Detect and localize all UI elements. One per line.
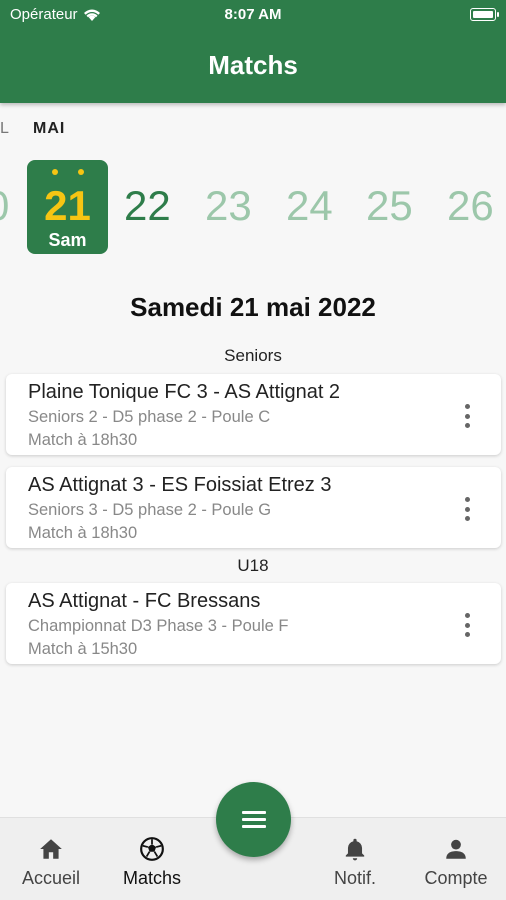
day-item[interactable]: 25 — [366, 182, 413, 230]
match-competition: Championnat D3 Phase 3 - Poule F — [28, 617, 289, 635]
status-time: 8:07 AM — [224, 6, 282, 23]
match-card[interactable]: AS Attignat 3 - ES Foissiat Etrez 3 Seni… — [6, 467, 501, 548]
nav-item-matchs[interactable]: Matchs — [115, 836, 189, 889]
match-competition: Seniors 3 - D5 phase 2 - Poule G — [28, 501, 272, 519]
day-item[interactable]: 22 — [124, 182, 171, 230]
event-dot — [77, 169, 84, 175]
more-options-icon[interactable] — [465, 404, 471, 428]
selected-day-weekday: Sam — [48, 230, 87, 250]
nav-label: Notif. — [333, 868, 376, 888]
battery-icon — [470, 8, 499, 21]
soccer-ball-icon — [140, 837, 164, 861]
selected-day-number: 21 — [44, 182, 91, 229]
match-title: AS Attignat - FC Bressans — [28, 590, 261, 612]
day-item[interactable]: 26 — [447, 182, 494, 230]
more-options-icon[interactable] — [465, 497, 471, 521]
group-label: U18 — [237, 556, 269, 575]
match-title: Plaine Tonique FC 3 - AS Attignat 2 — [28, 381, 341, 403]
day-item-selected[interactable]: 21 Sam — [27, 160, 108, 254]
selected-date-title: Samedi 21 mai 2022 — [130, 292, 376, 322]
nav-item-compte[interactable]: Compte — [417, 836, 495, 889]
event-dots — [27, 169, 108, 175]
match-title: AS Attignat 3 - ES Foissiat Etrez 3 — [28, 474, 332, 496]
page-title: Matchs — [208, 50, 298, 80]
more-options-icon[interactable] — [465, 613, 471, 637]
match-competition: Seniors 2 - D5 phase 2 - Poule C — [28, 408, 271, 426]
day-item[interactable]: 23 — [205, 182, 252, 230]
home-icon — [40, 839, 62, 859]
menu-icon — [242, 811, 266, 828]
nav-label: Accueil — [21, 868, 81, 888]
nav-item-notif[interactable]: Notif. — [318, 836, 392, 889]
app-header: Opérateur 8:07 AM Matchs — [0, 0, 506, 103]
event-dot — [51, 169, 58, 175]
match-card[interactable]: AS Attignat - FC Bressans Championnat D3… — [6, 583, 501, 664]
group-label: Seniors — [224, 346, 282, 365]
nav-label: Matchs — [122, 868, 182, 888]
day-item-prev[interactable]: 0 — [0, 182, 9, 230]
match-time: Match à 18h30 — [28, 524, 138, 542]
match-time: Match à 18h30 — [28, 431, 138, 449]
menu-fab-button[interactable] — [216, 782, 291, 857]
nav-label: Compte — [424, 868, 488, 888]
prev-month-label[interactable]: L — [0, 120, 9, 138]
current-month-label: MAI — [33, 120, 66, 137]
match-card[interactable]: Plaine Tonique FC 3 - AS Attignat 2 Seni… — [6, 374, 501, 455]
person-icon — [446, 839, 466, 859]
month-row: L MAI — [0, 120, 506, 140]
bell-icon — [345, 838, 365, 861]
day-item[interactable]: 24 — [286, 182, 333, 230]
match-time: Match à 15h30 — [28, 640, 138, 658]
status-bar: Opérateur 8:07 AM — [0, 6, 506, 26]
nav-item-accueil[interactable]: Accueil — [14, 836, 88, 889]
day-strip[interactable]: 0 21 Sam 22 23 24 25 26 — [0, 158, 506, 258]
